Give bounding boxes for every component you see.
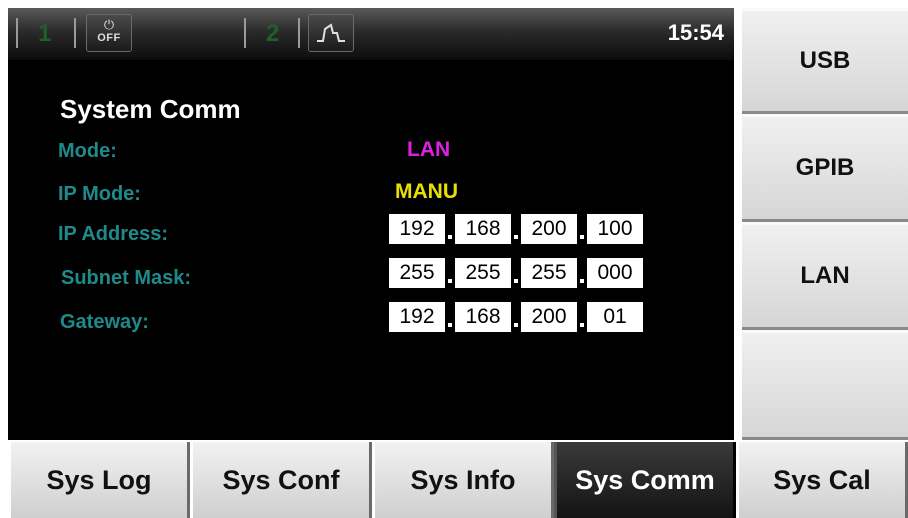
tab-sys-info[interactable]: Sys Info — [372, 442, 554, 518]
octet-dot — [514, 279, 518, 283]
octet-dot — [514, 323, 518, 327]
ip-mode-label: IP Mode: — [58, 183, 141, 205]
subnet-octet-3[interactable]: 255 — [521, 258, 577, 288]
power-state-label: OFF — [97, 32, 121, 44]
octet-dot — [514, 235, 518, 239]
ip-octet-1[interactable]: 192 — [389, 214, 445, 244]
waveform-button[interactable] — [308, 14, 354, 52]
status-bar: 1 ⏻ OFF 2 15:54 — [8, 8, 734, 60]
separator — [74, 18, 76, 48]
softkey-usb[interactable]: USB — [742, 8, 908, 114]
octet-dot — [448, 279, 452, 283]
softkey-blank[interactable] — [742, 330, 908, 440]
pulse-waveform-icon — [317, 23, 345, 42]
separator — [298, 18, 300, 48]
octet-dot — [580, 323, 584, 327]
ip-mode-value[interactable]: MANU — [395, 180, 458, 204]
channel-1-indicator[interactable]: 1 — [38, 20, 51, 48]
ip-octet-3[interactable]: 200 — [521, 214, 577, 244]
gateway-label: Gateway: — [60, 311, 149, 333]
channel-2-indicator[interactable]: 2 — [266, 20, 279, 48]
separator — [16, 18, 18, 48]
softkey-gpib[interactable]: GPIB — [742, 114, 908, 222]
instrument-screen: 1 ⏻ OFF 2 15:54 System Comm Mode: LAN IP… — [8, 8, 734, 440]
octet-dot — [580, 235, 584, 239]
softkey-lan[interactable]: LAN — [742, 222, 908, 330]
ip-octet-4[interactable]: 100 — [587, 214, 643, 244]
tab-sys-conf[interactable]: Sys Conf — [190, 442, 372, 518]
gateway-octet-2[interactable]: 168 — [455, 302, 511, 332]
subnet-octet-4[interactable]: 000 — [587, 258, 643, 288]
octet-dot — [580, 279, 584, 283]
ip-address-label: IP Address: — [58, 223, 169, 245]
page-title: System Comm — [60, 94, 241, 124]
gateway-octet-3[interactable]: 200 — [521, 302, 577, 332]
ip-octet-2[interactable]: 168 — [455, 214, 511, 244]
tab-sys-log[interactable]: Sys Log — [8, 442, 190, 518]
mode-value[interactable]: LAN — [407, 138, 450, 162]
subnet-octet-1[interactable]: 255 — [389, 258, 445, 288]
clock: 15:54 — [667, 20, 724, 45]
output-power-button[interactable]: ⏻ OFF — [86, 14, 132, 52]
mode-label: Mode: — [58, 140, 117, 162]
gateway-octet-4[interactable]: 01 — [587, 302, 643, 332]
gateway-octet-1[interactable]: 192 — [389, 302, 445, 332]
subnet-octet-2[interactable]: 255 — [455, 258, 511, 288]
power-icon: ⏻ — [103, 17, 115, 32]
subnet-mask-label: Subnet Mask: — [61, 267, 192, 289]
octet-dot — [448, 323, 452, 327]
separator — [244, 18, 246, 48]
tab-sys-cal[interactable]: Sys Cal — [736, 442, 908, 518]
octet-dot — [448, 235, 452, 239]
tab-sys-comm[interactable]: Sys Comm — [554, 442, 736, 518]
